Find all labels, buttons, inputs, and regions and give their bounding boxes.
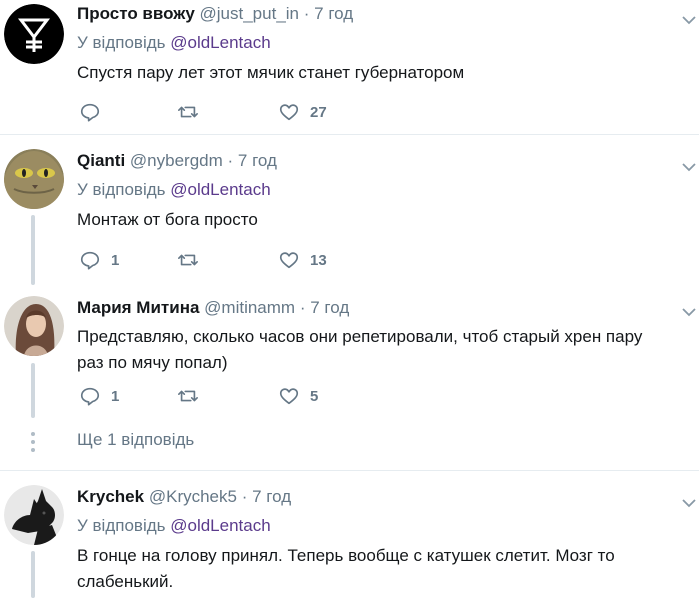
heart-icon xyxy=(279,252,299,269)
replies-feed: Просто ввожу @just_put_in · 7 год У відп… xyxy=(0,0,699,598)
heart-icon xyxy=(279,104,299,121)
reply-prefix: У відповідь xyxy=(77,180,166,199)
tweet-actions: 27 xyxy=(77,100,357,124)
woman-avatar-icon xyxy=(4,296,64,356)
thread-line xyxy=(31,551,35,598)
user-handle[interactable]: @just_put_in xyxy=(200,4,300,23)
tweet-header: Просто ввожу @just_put_in · 7 год xyxy=(77,2,669,26)
timestamp[interactable]: 7 год xyxy=(310,298,349,317)
retweet-icon xyxy=(178,254,198,266)
timestamp[interactable]: 7 год xyxy=(252,487,291,506)
more-replies-dots xyxy=(31,432,35,456)
reply-prefix: У відповідь xyxy=(77,33,166,52)
reply-button[interactable]: 1 xyxy=(79,248,119,272)
display-name[interactable]: Qianti xyxy=(77,151,125,170)
show-more-replies-link[interactable]: Ще 1 відповідь xyxy=(77,428,194,452)
display-name[interactable]: Мария Митина xyxy=(77,298,199,317)
user-handle[interactable]: @Krychek5 xyxy=(149,487,237,506)
chevron-down-icon[interactable] xyxy=(681,304,697,320)
separator-dot: · xyxy=(303,4,310,23)
chevron-down-icon[interactable] xyxy=(681,495,697,511)
cat-avatar-icon xyxy=(4,149,64,209)
tweet[interactable]: Krychek @Krychek5 · 7 год У відповідь @o… xyxy=(0,471,699,598)
like-count: 5 xyxy=(310,387,319,405)
thread-line xyxy=(31,363,35,418)
dog-avatar-icon xyxy=(4,485,64,545)
like-button[interactable]: 27 xyxy=(278,100,327,124)
replying-to: У відповідь @oldLentach xyxy=(77,31,669,55)
tweet-header: Qianti @nybergdm · 7 год xyxy=(77,149,669,173)
separator-dot: · xyxy=(299,298,306,317)
reply-count: 1 xyxy=(111,251,120,269)
tweet-header: Krychek @Krychek5 · 7 год xyxy=(77,485,669,509)
reply-count: 1 xyxy=(111,387,120,405)
like-count: 27 xyxy=(310,103,327,121)
reply-icon xyxy=(80,387,100,406)
retweet-icon xyxy=(178,390,198,402)
heart-icon xyxy=(279,388,299,405)
separator-dot: · xyxy=(227,151,234,170)
timestamp[interactable]: 7 год xyxy=(314,4,353,23)
user-handle[interactable]: @mitinamm xyxy=(204,298,295,317)
like-button[interactable]: 5 xyxy=(278,384,318,408)
timestamp[interactable]: 7 год xyxy=(238,151,277,170)
reply-icon xyxy=(80,103,100,122)
replying-to: У відповідь @oldLentach xyxy=(77,178,669,202)
display-name[interactable]: Просто ввожу xyxy=(77,4,195,23)
y-logo-avatar-icon xyxy=(4,4,64,64)
replying-to: У відповідь @oldLentach xyxy=(77,514,669,538)
user-handle[interactable]: @nybergdm xyxy=(130,151,223,170)
tweet-header: Мария Митина @mitinamm · 7 год xyxy=(77,296,669,320)
like-count: 13 xyxy=(310,251,327,269)
reply-mention[interactable]: @oldLentach xyxy=(170,180,270,199)
retweet-button[interactable] xyxy=(177,248,209,272)
chevron-down-icon[interactable] xyxy=(681,159,697,175)
dot xyxy=(31,440,35,444)
retweet-button[interactable] xyxy=(177,384,209,408)
dot xyxy=(31,432,35,436)
avatar[interactable] xyxy=(4,485,64,545)
avatar[interactable] xyxy=(4,4,64,64)
reply-button[interactable] xyxy=(79,100,111,124)
tweet[interactable]: Qianti @nybergdm · 7 год У відповідь @ol… xyxy=(0,135,699,285)
tweet-actions: 1 5 xyxy=(77,384,357,408)
tweet-text: Монтаж от бога просто xyxy=(77,210,258,229)
display-name[interactable]: Krychek xyxy=(77,487,144,506)
tweet-text: В гонце на голову принял. Теперь вообще … xyxy=(77,546,615,591)
tweet-text: Спустя пару лет этот мячик станет губерн… xyxy=(77,63,465,82)
reply-icon xyxy=(80,251,100,270)
chevron-down-icon[interactable] xyxy=(681,12,697,28)
avatar[interactable] xyxy=(4,149,64,209)
retweet-icon xyxy=(178,106,198,118)
retweet-button[interactable] xyxy=(177,100,209,124)
reply-mention[interactable]: @oldLentach xyxy=(170,516,270,535)
reply-mention[interactable]: @oldLentach xyxy=(170,33,270,52)
tweet-actions: 1 13 xyxy=(77,248,357,272)
dot xyxy=(31,448,35,452)
thread-line xyxy=(31,215,35,285)
like-button[interactable]: 13 xyxy=(278,248,327,272)
reply-prefix: У відповідь xyxy=(77,516,166,535)
reply-button[interactable]: 1 xyxy=(79,384,119,408)
tweet-text: Представляю, сколько часов они репетиров… xyxy=(77,327,643,372)
tweet[interactable]: Просто ввожу @just_put_in · 7 год У відп… xyxy=(0,0,699,134)
avatar[interactable] xyxy=(4,296,64,356)
separator-dot: · xyxy=(241,487,248,506)
